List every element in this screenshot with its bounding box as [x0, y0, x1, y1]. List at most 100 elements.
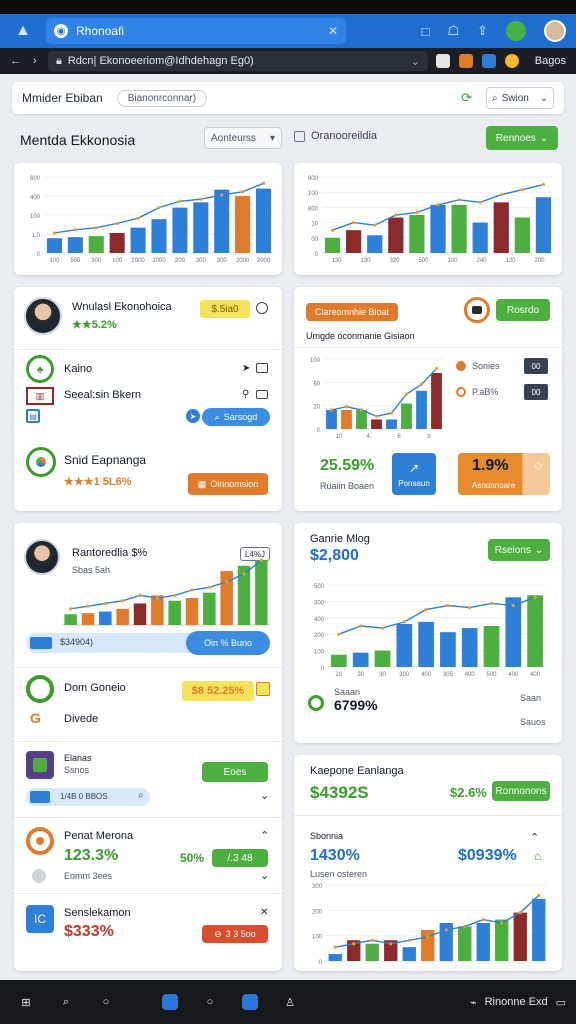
extension-d-icon[interactable]: [505, 54, 519, 68]
item-action-button-label: Oinnomsion: [210, 479, 259, 489]
card-button[interactable]: Rseions ⌄: [488, 539, 550, 561]
tab-favicon-icon: ◉: [54, 24, 68, 38]
chevron-down-icon[interactable]: ⌄: [411, 55, 420, 68]
y-tick-label: 0: [37, 252, 41, 258]
user-icon[interactable]: ♙: [276, 988, 304, 1016]
app-logo-icon[interactable]: ▲: [10, 21, 36, 41]
bar: [365, 943, 379, 961]
card-button[interactable]: Ronnonons: [492, 781, 550, 801]
highlight-tile[interactable]: 1.9% Asnonnoare ◇: [458, 453, 550, 495]
x-tick-label: 200: [175, 258, 186, 264]
y-tick-label: 100: [314, 650, 325, 656]
filter-pill[interactable]: Bianonrconnar): [116, 89, 208, 107]
circle-icon[interactable]: ○: [196, 988, 224, 1016]
start-icon[interactable]: ⊞: [12, 988, 40, 1016]
chevron-down-icon[interactable]: ⌄: [260, 789, 269, 802]
trend-point: [115, 221, 119, 226]
item-title: Seeal:sin Bkern: [64, 389, 142, 401]
send-icon[interactable]: ➤: [186, 409, 200, 423]
x-tick-label: 305: [443, 672, 454, 678]
item-button[interactable]: ⊖ 3 3 5oo: [202, 925, 268, 943]
category-tag[interactable]: Clareomnhie Bloat: [306, 303, 398, 321]
forward-icon[interactable]: ›: [33, 55, 37, 67]
app-blue-icon[interactable]: [236, 988, 264, 1016]
status-pill[interactable]: ⌕ Sarsogd: [202, 408, 270, 426]
item-button[interactable]: Eoes: [202, 762, 268, 782]
y-tick-label: 500: [314, 584, 325, 590]
trend-point: [330, 228, 335, 232]
bar: [99, 611, 112, 625]
arrow-icon[interactable]: ➤: [242, 363, 250, 374]
bar: [328, 954, 342, 961]
view-button[interactable]: Oin % Buno: [186, 631, 270, 655]
trend-point: [352, 221, 356, 225]
notification-icon[interactable]: ▭: [556, 996, 566, 1009]
trend-point: [199, 197, 203, 201]
home-icon[interactable]: ⌂: [534, 849, 541, 863]
option-checkbox[interactable]: Oranooreildia: [294, 130, 377, 142]
bar: [388, 217, 404, 253]
window-icon[interactable]: □: [422, 24, 430, 39]
status-pill-label: Sarsogd: [223, 412, 258, 422]
bell-icon[interactable]: [464, 297, 490, 323]
url-field[interactable]: 🔒︎ Rdcn| Ekonoeeriom@Idhdehagn Eg0) ⌄: [48, 51, 428, 71]
bar: [493, 202, 509, 253]
checkbox-box[interactable]: [294, 130, 305, 142]
item-button[interactable]: /.3 48: [212, 849, 268, 867]
trend-point: [352, 942, 356, 946]
chart-card-2: 800 100 800 10 00 0 130 130 320 500 100 240 120 200: [294, 163, 562, 275]
browser-tab[interactable]: ◉ Rhonoafi ✕: [46, 18, 346, 44]
bar: [386, 419, 397, 429]
trend-point: [389, 942, 393, 946]
search-input[interactable]: ⌕ Swion ⌄: [486, 87, 554, 109]
profile-badge-icon[interactable]: [506, 21, 526, 41]
pin-icon[interactable]: ⚲: [242, 389, 249, 400]
item-title: Divede: [64, 713, 99, 725]
trend-point: [481, 917, 485, 922]
y-tick-label: 300: [312, 884, 323, 890]
chevron-down-icon[interactable]: ⌄: [260, 869, 269, 882]
back-icon[interactable]: ←: [10, 55, 21, 67]
message-icon[interactable]: [256, 363, 268, 373]
tray-icon[interactable]: ⌁: [470, 996, 477, 1009]
extension-c-icon[interactable]: [482, 54, 496, 68]
chevron-up-icon[interactable]: ⌃: [260, 829, 269, 842]
avatar[interactable]: [544, 20, 566, 42]
y-tick-label: 100: [312, 935, 323, 941]
extension-b-icon[interactable]: [459, 54, 473, 68]
period-select[interactable]: Aonteurss ▾: [204, 127, 282, 149]
x-tick-label: 10: [336, 434, 343, 440]
lock-icon[interactable]: [256, 682, 270, 696]
x-tick-label: 500: [70, 258, 81, 264]
bar: [331, 654, 347, 667]
trend-tile[interactable]: ↗ Ponsaun: [392, 453, 436, 495]
trend-point: [155, 596, 159, 600]
refresh-icon[interactable]: ⟳: [461, 90, 472, 106]
trend-point: [138, 593, 142, 597]
extension-icon[interactable]: ☖: [447, 23, 459, 39]
x-tick-label: 400: [508, 672, 519, 678]
action-button[interactable]: Rennoes ⌄: [486, 126, 558, 150]
app-blue-icon[interactable]: [156, 988, 184, 1016]
share-icon[interactable]: ⇪: [477, 23, 488, 39]
radio-button[interactable]: [256, 302, 268, 314]
action-button-label: Rennoes: [495, 132, 536, 144]
close-icon[interactable]: ✕: [328, 24, 338, 38]
x-tick-label: 100: [112, 258, 123, 264]
address-right-label[interactable]: Bagos: [535, 55, 566, 67]
message-icon[interactable]: [256, 390, 268, 399]
stat-label: Saaan: [334, 687, 361, 697]
circle-icon[interactable]: ○: [92, 988, 120, 1016]
card-button[interactable]: Rosrdo: [496, 299, 550, 321]
extension-a-icon[interactable]: [436, 54, 450, 68]
chevron-up-icon[interactable]: ⌃: [530, 831, 539, 844]
bar: [256, 188, 272, 253]
target-icon-dot: [36, 837, 44, 845]
item-rating: ★★★1 5L6%: [64, 476, 132, 488]
search-icon[interactable]: ⌕: [52, 988, 80, 1016]
close-icon[interactable]: ✕: [260, 907, 268, 918]
card-title: Ganrie Mlog: [310, 533, 370, 545]
item-action-button[interactable]: ▦ Oinnomsion: [188, 473, 268, 495]
trend-point: [333, 945, 337, 949]
item-field[interactable]: 1/4B 0 BBOS ⌕: [26, 788, 150, 806]
